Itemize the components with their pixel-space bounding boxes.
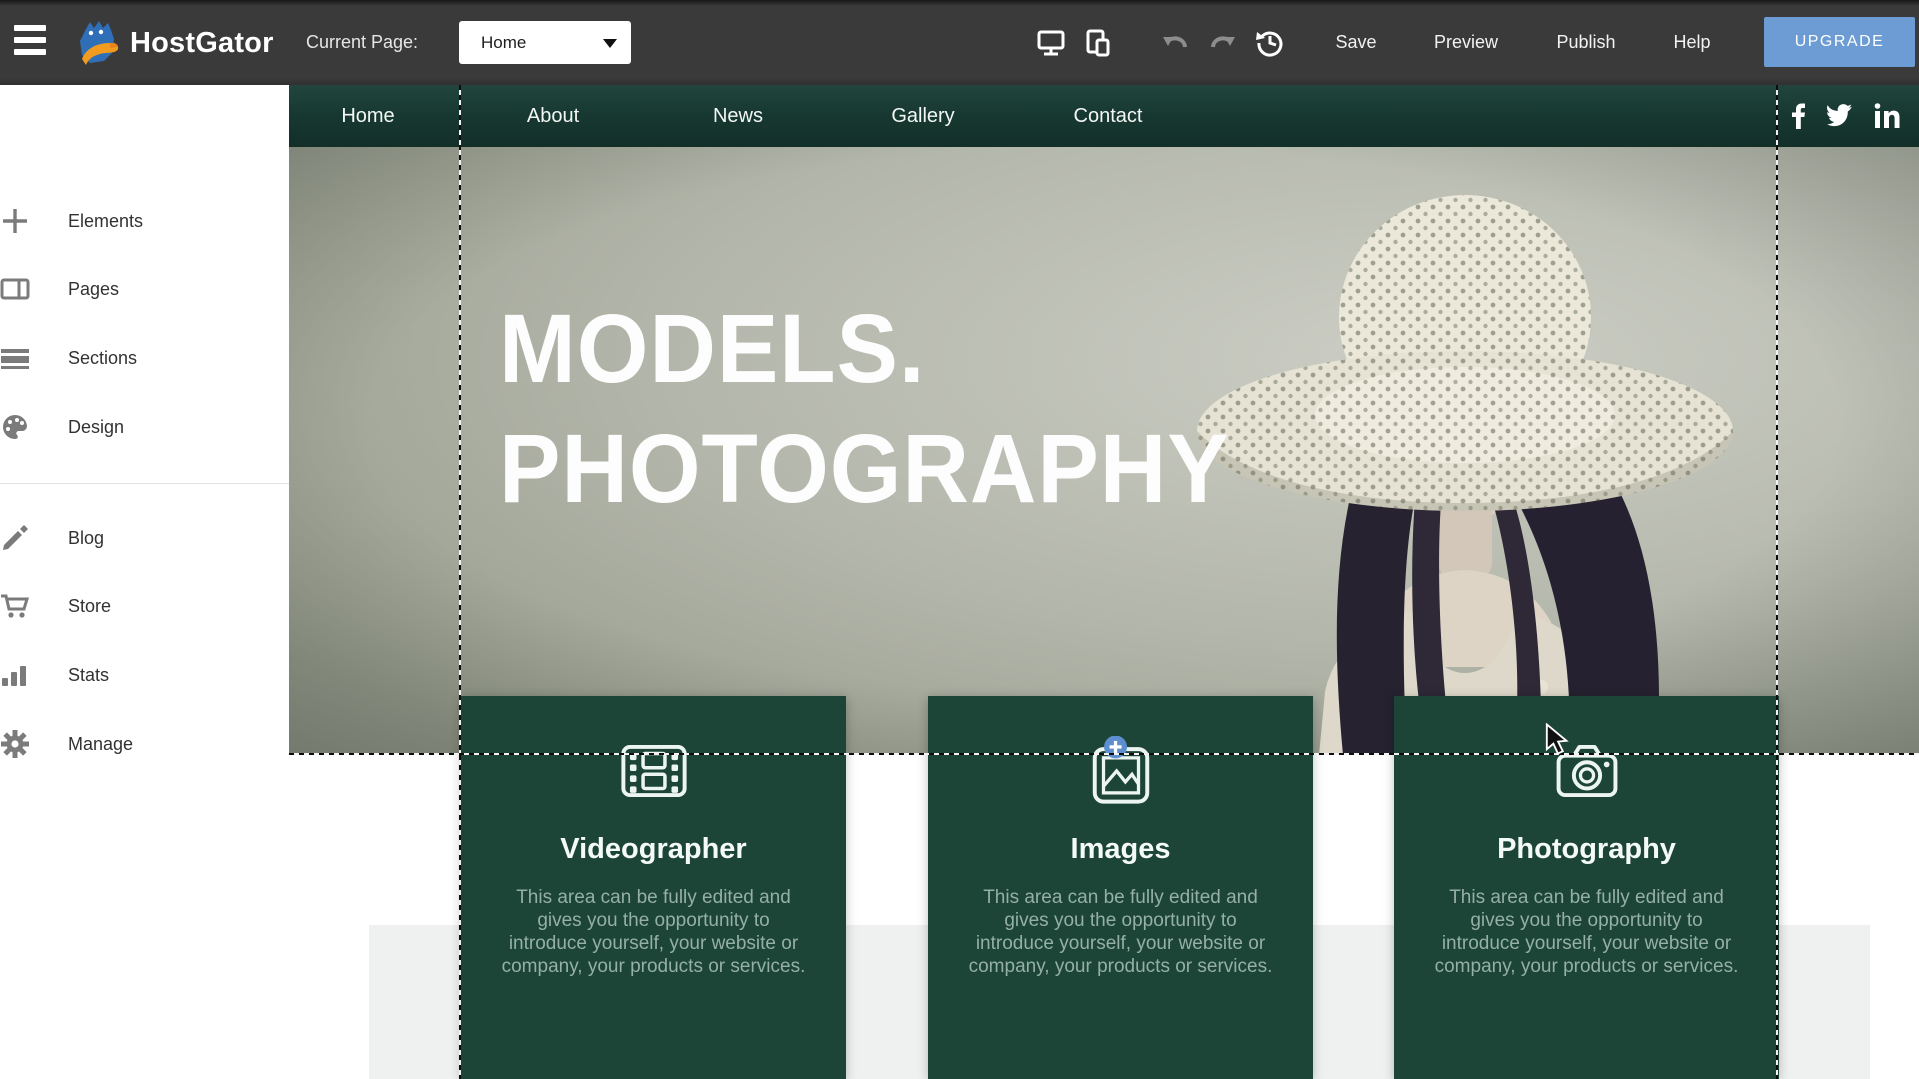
linkedin-icon[interactable]	[1872, 101, 1902, 131]
card-title: Images	[928, 833, 1313, 866]
film-icon	[619, 736, 689, 806]
sidebar-label: Stats	[68, 665, 109, 686]
twitter-icon[interactable]	[1825, 101, 1855, 131]
save-button[interactable]: Save	[1330, 0, 1382, 85]
mobile-view-icon[interactable]	[1083, 28, 1113, 58]
site-canvas: Home About News Gallery Contact	[289, 85, 1919, 1079]
sidebar-item-design[interactable]: Design	[0, 393, 289, 461]
sidebar-label: Sections	[68, 348, 137, 369]
sections-icon	[0, 343, 30, 373]
brand-name: HostGator	[130, 27, 274, 60]
page-dropdown[interactable]: Home	[459, 21, 631, 64]
pages-icon	[0, 274, 30, 304]
desktop-view-icon[interactable]	[1036, 28, 1066, 58]
help-button[interactable]: Help	[1670, 0, 1714, 85]
pencil-icon	[0, 523, 30, 553]
plus-icon	[0, 206, 30, 236]
site-nav-home[interactable]: Home	[341, 85, 394, 147]
hero-title-line1: MODELS.	[499, 289, 1230, 409]
card-body: This area can be fully edited and gives …	[966, 886, 1276, 978]
sidebar-label: Manage	[68, 734, 133, 755]
publish-button[interactable]: Publish	[1550, 0, 1622, 85]
section-guide-bottom	[289, 753, 1919, 755]
sidebar-item-manage[interactable]: Manage	[0, 710, 289, 778]
hero-title-line2: PHOTOGRAPHY	[499, 409, 1230, 529]
current-page-label: Current Page:	[306, 0, 418, 85]
facebook-icon[interactable]	[1779, 101, 1809, 131]
sidebar-item-blog[interactable]: Blog	[0, 504, 289, 572]
image-plus-icon	[1086, 736, 1156, 806]
editor-sidebar: Elements Pages Sections Design Blog	[0, 85, 289, 1079]
card-body: This area can be fully edited and gives …	[499, 886, 809, 978]
history-icon[interactable]	[1255, 28, 1285, 58]
site-nav-gallery[interactable]: Gallery	[891, 85, 954, 147]
sidebar-item-stats[interactable]: Stats	[0, 641, 289, 709]
sidebar-item-sections[interactable]: Sections	[0, 324, 289, 392]
upgrade-button[interactable]: UPGRADE	[1764, 17, 1915, 67]
sidebar-item-elements[interactable]: Elements	[0, 187, 289, 255]
gear-icon	[0, 729, 30, 759]
stats-icon	[0, 660, 30, 690]
sidebar-label: Blog	[68, 528, 104, 549]
section-guide-left	[459, 85, 461, 1079]
cart-icon	[0, 591, 30, 621]
sidebar-item-store[interactable]: Store	[0, 572, 289, 640]
editor-topbar: HostGator Current Page: Home Save Previe…	[0, 0, 1919, 85]
sidebar-label: Design	[68, 417, 124, 438]
sidebar-divider	[0, 483, 289, 484]
preview-button[interactable]: Preview	[1430, 0, 1502, 85]
mouse-cursor	[1545, 723, 1569, 755]
site-nav-news[interactable]: News	[713, 85, 763, 147]
card-body: This area can be fully edited and gives …	[1432, 886, 1742, 978]
section-guide-right	[1776, 85, 1778, 1079]
hamburger-menu-icon[interactable]	[14, 25, 48, 61]
palette-icon	[0, 412, 30, 442]
sidebar-label: Store	[68, 596, 111, 617]
page-dropdown-value: Home	[481, 33, 526, 53]
card-title: Videographer	[461, 833, 846, 866]
sidebar-label: Elements	[68, 211, 143, 232]
chevron-down-icon	[603, 39, 617, 48]
hero-section[interactable]: MODELS. PHOTOGRAPHY	[289, 147, 1919, 755]
hostgator-logo: HostGator	[76, 18, 274, 68]
hero-title[interactable]: MODELS. PHOTOGRAPHY	[499, 289, 1230, 529]
gator-icon	[76, 19, 122, 67]
site-navbar[interactable]: Home About News Gallery Contact	[289, 85, 1919, 147]
sidebar-item-pages[interactable]: Pages	[0, 255, 289, 323]
redo-icon[interactable]	[1207, 28, 1237, 58]
site-nav-contact[interactable]: Contact	[1074, 85, 1143, 147]
undo-icon[interactable]	[1161, 28, 1191, 58]
card-title: Photography	[1394, 833, 1779, 866]
site-nav-about[interactable]: About	[527, 85, 579, 147]
sidebar-label: Pages	[68, 279, 119, 300]
